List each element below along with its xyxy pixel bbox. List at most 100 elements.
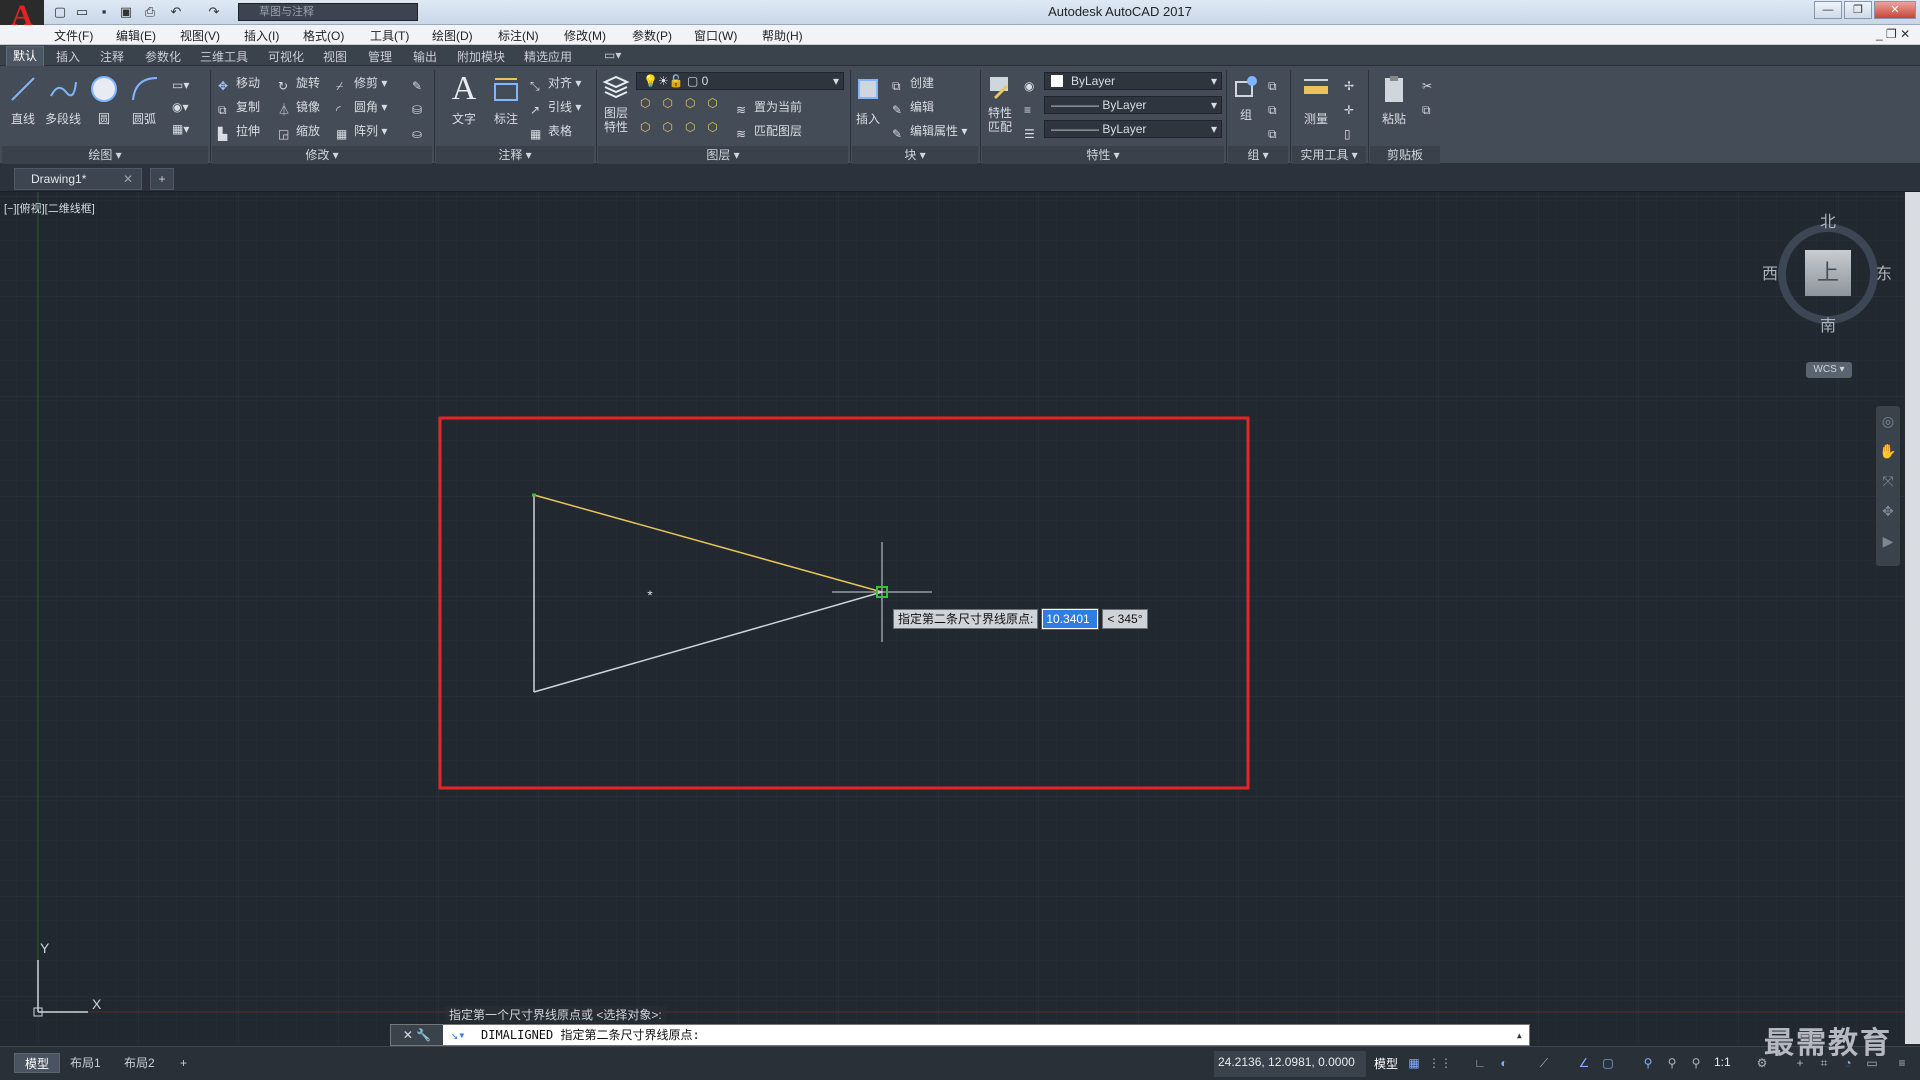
annotation-scale-value[interactable]: 1:1	[1714, 1055, 1731, 1069]
viewcube-west[interactable]: 西	[1762, 260, 1778, 284]
customize-command-icon[interactable]: 🔧	[416, 1028, 431, 1042]
annotation-panel-label[interactable]: 注释 ▾	[436, 146, 594, 164]
edit-block-tool[interactable]: ✎ 编辑	[892, 98, 934, 117]
layer-properties-tool[interactable]: 图层特性	[598, 72, 634, 134]
layout-tab-2[interactable]: 布局2	[114, 1053, 165, 1073]
save-icon[interactable]: ▪	[94, 3, 114, 21]
isodraft-icon[interactable]: ⟋	[1536, 1056, 1552, 1070]
close-command-line-icon[interactable]: ✕	[403, 1028, 413, 1042]
zoom-extents-icon[interactable]: ⤧	[1876, 466, 1900, 496]
menu-tools[interactable]: 工具(T)	[370, 27, 409, 44]
array-tool[interactable]: ▦ 阵列 ▾	[336, 122, 387, 141]
viewcube[interactable]: 上 北 南 东 西	[1762, 214, 1892, 335]
coordinate-readout[interactable]: 24.2136, 12.0981, 0.0000	[1218, 1055, 1355, 1069]
draw-extra-icons[interactable]: ▭▾ ◉▾ ▦▾	[172, 74, 189, 140]
dynamic-input-length-field[interactable]: 10.3401	[1041, 608, 1100, 630]
viewcube-north[interactable]: 北	[1820, 208, 1836, 232]
move-tool[interactable]: ✥ 移动	[218, 74, 260, 93]
menu-format[interactable]: 格式(O)	[303, 27, 344, 44]
annotation-visibility-icon[interactable]: ⚲	[1640, 1056, 1656, 1070]
circle-tool[interactable]: 圆	[84, 72, 124, 127]
wcs-menu-button[interactable]: WCS ▾	[1806, 362, 1852, 378]
tab-3d-tools[interactable]: 三维工具	[200, 48, 248, 65]
group-tool[interactable]: 组	[1228, 72, 1264, 123]
viewcube-east[interactable]: 东	[1876, 260, 1892, 284]
drawing-tab[interactable]: Drawing1* ✕	[14, 168, 142, 190]
pan-icon[interactable]: ✋	[1876, 436, 1900, 466]
viewcube-top-face[interactable]: 上	[1805, 250, 1851, 296]
new-file-icon[interactable]: ▢	[50, 3, 70, 21]
command-prompt-text[interactable]: DIMALIGNED 指定第二条尺寸界线原点:	[481, 1025, 700, 1045]
color-dropdown[interactable]: ByLayer ▾	[1044, 72, 1222, 90]
insert-block-tool[interactable]: 插入	[848, 72, 888, 127]
tab-view[interactable]: 视图	[323, 48, 347, 65]
restore-button[interactable]: ❐	[1844, 1, 1872, 19]
orbit-icon[interactable]: ✥	[1876, 496, 1900, 526]
copy-tool[interactable]: ⧉ 复制	[218, 98, 260, 117]
workspace-dropdown[interactable]: 草图与注释	[238, 3, 418, 21]
draw-panel-label[interactable]: 绘图 ▾	[2, 146, 208, 164]
modify-panel-label[interactable]: 修改 ▾	[212, 146, 432, 164]
menu-edit[interactable]: 编辑(E)	[116, 27, 156, 44]
dimension-tool[interactable]: 标注	[486, 72, 526, 127]
edit-attributes-tool[interactable]: ✎ 编辑属性 ▾	[892, 122, 967, 141]
linetype-dropdown[interactable]: ———— ByLayer ▾	[1044, 96, 1222, 114]
set-current-layer-tool[interactable]: ≋ 置为当前	[736, 98, 802, 117]
polar-tracking-icon[interactable]: ◐	[1496, 1056, 1512, 1070]
annotation-scale-icon[interactable]: ⚲	[1688, 1056, 1704, 1070]
add-layout-button[interactable]: +	[170, 1053, 197, 1073]
cut-copy-icons[interactable]: ✂ ⧉	[1422, 74, 1432, 122]
vertical-scrollbar[interactable]	[1905, 192, 1920, 1044]
tab-addins[interactable]: 附加模块	[457, 48, 505, 65]
match-layer-tool[interactable]: ≋ 匹配图层	[736, 122, 802, 141]
layer-tool-icons-row1[interactable]: ⬡⬡⬡⬡	[640, 96, 730, 110]
customization-menu-icon[interactable]: ≡	[1894, 1056, 1910, 1070]
redo-icon[interactable]: ↷	[204, 3, 224, 21]
tab-manage[interactable]: 管理	[368, 48, 392, 65]
trim-tool[interactable]: ⌿ 修剪 ▾	[336, 74, 387, 93]
tab-insert[interactable]: 插入	[56, 48, 80, 65]
save-as-icon[interactable]: ▣	[116, 3, 136, 21]
ribbon-options-icon[interactable]: ▭▾	[604, 48, 621, 62]
object-snap-icon[interactable]: ▢	[1600, 1056, 1616, 1070]
leader-tool[interactable]: ↗ 引线 ▾	[530, 98, 581, 117]
rotate-tool[interactable]: ↻ 旋转	[278, 74, 320, 93]
menu-parametric[interactable]: 参数(P)	[632, 27, 672, 44]
object-snap-tracking-icon[interactable]: ∠	[1576, 1056, 1592, 1070]
open-file-icon[interactable]: ▭	[72, 3, 92, 21]
showmotion-icon[interactable]: ▶	[1876, 526, 1900, 556]
groups-panel-label[interactable]: 组 ▾	[1228, 146, 1288, 164]
print-icon[interactable]: ⎙	[140, 3, 160, 21]
menu-help[interactable]: 帮助(H)	[762, 27, 803, 44]
block-panel-label[interactable]: 块 ▾	[852, 146, 978, 164]
align-tool[interactable]: ⤡ 对齐 ▾	[530, 74, 581, 93]
layer-tool-icons-row2[interactable]: ⬡⬡⬡⬡	[640, 120, 730, 134]
lineweight-dropdown[interactable]: ———— ByLayer ▾	[1044, 120, 1222, 138]
tab-default[interactable]: 默认	[6, 46, 45, 66]
match-properties-tool[interactable]: 特性匹配	[982, 72, 1018, 134]
steering-wheel-icon[interactable]: ◎	[1876, 406, 1900, 436]
line-tool[interactable]: 直线	[3, 72, 43, 127]
mirror-tool[interactable]: ⏃ 镜像	[278, 98, 320, 117]
close-window-button[interactable]: ✕	[1874, 1, 1916, 19]
paste-tool[interactable]: 粘贴	[1374, 72, 1414, 127]
minimize-button[interactable]: —	[1814, 1, 1842, 19]
ortho-icon[interactable]: ∟	[1472, 1056, 1488, 1070]
layout-tab-1[interactable]: 布局1	[60, 1053, 111, 1073]
measure-tool[interactable]: 测量	[1296, 72, 1336, 127]
close-tab-icon[interactable]: ✕	[123, 169, 133, 189]
recent-commands-icon[interactable]: ↘▾	[451, 1025, 465, 1045]
utilities-panel-label[interactable]: 实用工具 ▾	[1292, 146, 1366, 164]
arc-tool[interactable]: 圆弧	[124, 72, 164, 127]
group-extra-icons[interactable]: ⧉ ⧉ ⧉	[1268, 74, 1277, 146]
clipboard-panel-label[interactable]: 剪贴板	[1370, 146, 1440, 164]
navigation-bar[interactable]: ◎ ✋ ⤧ ✥ ▶	[1876, 406, 1900, 566]
new-tab-button[interactable]: +	[150, 168, 174, 190]
menu-insert[interactable]: 插入(I)	[244, 27, 279, 44]
table-tool[interactable]: ▦ 表格	[530, 122, 572, 141]
drawing-canvas[interactable]: * [−][俯视][二维线框] 指定第二条尺寸界线原点: 10.3401 < 3…	[0, 192, 1905, 1044]
menu-view[interactable]: 视图(V)	[180, 27, 220, 44]
menu-draw[interactable]: 绘图(D)	[432, 27, 473, 44]
tab-output[interactable]: 输出	[413, 48, 437, 65]
command-history-toggle-icon[interactable]: ▴	[1516, 1025, 1523, 1045]
